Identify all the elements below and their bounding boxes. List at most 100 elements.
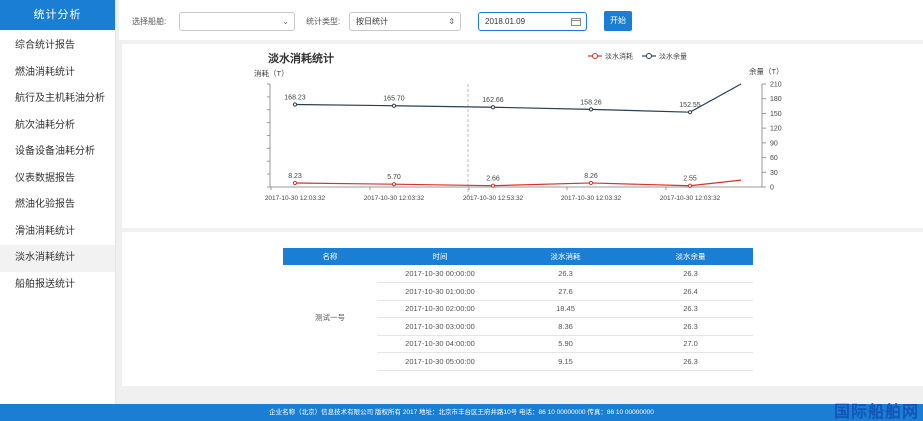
chart-plot-area: 0 30 60 90 120 150 180 210 2017-10-30 12:03:32 20… xyxy=(265,82,782,203)
ship-select[interactable]: ⌄ xyxy=(179,12,295,31)
right-axis-tick-label: 30 xyxy=(770,170,778,177)
right-axis-tick-label: 60 xyxy=(770,155,778,162)
data-point xyxy=(490,183,496,188)
right-axis-title: 余量（T） xyxy=(749,66,784,76)
data-point xyxy=(292,180,298,186)
legend-marker xyxy=(646,53,652,59)
table-panel: 名称 时间 淡水消耗 淡水余量 测试一号 2017-10-30 00:00:00… xyxy=(122,232,923,386)
remaining-cell: 26.3 xyxy=(628,265,753,283)
sidebar-item-lube-oil-stats[interactable]: 滑油消耗统计 xyxy=(0,219,115,246)
sidebar-title: 统计分析 xyxy=(0,0,115,30)
freshwater-table: 名称 时间 淡水消耗 淡水余量 测试一号 2017-10-30 00:00:00… xyxy=(283,248,753,371)
calendar-icon[interactable] xyxy=(571,17,581,26)
freshwater-chart: 淡水消耗统计 消耗（T） 余量（T） 淡水消耗 淡水余量 0 30 60 90 120 15… xyxy=(254,51,784,203)
x-tick-label: 2017-10-30 12:53:32 xyxy=(463,195,524,202)
data-point xyxy=(391,182,397,187)
data-label: 158.26 xyxy=(580,99,602,106)
data-label: 2.55 xyxy=(683,176,697,183)
data-label: 5.70 xyxy=(387,174,401,181)
time-cell: 2017-10-30 03:00:00 xyxy=(377,317,503,336)
sidebar-item-voyage-engine-analysis[interactable]: 航行及主机耗油分析 xyxy=(0,86,115,113)
col-remaining-header: 淡水余量 xyxy=(628,248,753,265)
sidebar-item-fuel-consumption[interactable]: 燃油消耗统计 xyxy=(0,60,115,87)
data-label: 8.23 xyxy=(288,173,302,180)
data-point xyxy=(687,183,693,188)
sidebar-item-fuel-test-report[interactable]: 燃油化验报告 xyxy=(0,192,115,219)
x-tick-label: 2017-10-30 12:03:32 xyxy=(561,195,622,202)
right-axis-tick-label: 150 xyxy=(770,111,782,118)
sidebar-item-equipment-fuel-analysis[interactable]: 设备设备油耗分析 xyxy=(0,139,115,166)
consumption-cell: 9.15 xyxy=(503,352,628,371)
right-axis-tick-label: 180 xyxy=(770,96,782,103)
data-label: 2.66 xyxy=(486,176,500,183)
series-line-consumption xyxy=(294,179,742,187)
legend-label: 淡水消耗 xyxy=(605,52,633,61)
data-point xyxy=(490,105,496,110)
data-label: 165.70 xyxy=(383,96,405,103)
data-point xyxy=(588,180,594,186)
col-name-header: 名称 xyxy=(283,248,377,265)
legend-label: 淡水余量 xyxy=(659,52,687,61)
right-axis-tick-label: 0 xyxy=(770,185,774,192)
stat-type-label: 统计类型: xyxy=(306,17,341,26)
remaining-cell: 26.4 xyxy=(628,282,753,301)
col-time-header: 时间 xyxy=(377,248,503,265)
data-point xyxy=(687,110,693,115)
time-cell: 2017-10-30 02:00:00 xyxy=(377,300,503,318)
table-row: 测试一号 2017-10-30 00:00:00 26.3 26.3 xyxy=(283,265,753,322)
sort-arrows-icon: ⇕ xyxy=(448,17,455,26)
data-point xyxy=(391,103,397,108)
remaining-cell: 26.3 xyxy=(628,300,753,318)
legend-marker xyxy=(592,53,598,59)
data-label: 8.26 xyxy=(584,173,598,180)
time-cell: 2017-10-30 00:00:00 xyxy=(377,265,503,283)
chart-title: 淡水消耗统计 xyxy=(268,51,334,65)
x-tick-label: 2017-10-30 12:03:32 xyxy=(364,195,425,202)
right-axis-tick-label: 210 xyxy=(770,82,782,89)
data-point xyxy=(292,102,298,107)
left-axis-title: 消耗（T） xyxy=(254,68,289,78)
consumption-cell: 18.45 xyxy=(503,300,628,318)
stat-type-value: 按日统计 xyxy=(356,17,388,26)
sidebar-item-ship-report-stats[interactable]: 船舶报送统计 xyxy=(0,272,115,299)
data-label: 152.55 xyxy=(679,102,701,109)
consumption-cell: 27.6 xyxy=(503,282,628,301)
consumption-cell: 8.36 xyxy=(503,317,628,336)
sidebar-menu: 综合统计报告 燃油消耗统计 航行及主机耗油分析 航次油耗分析 设备设备油耗分析 … xyxy=(0,30,115,298)
consumption-cell: 26.3 xyxy=(503,265,628,283)
sidebar: 统计分析 综合统计报告 燃油消耗统计 航行及主机耗油分析 航次油耗分析 设备设备… xyxy=(0,0,116,404)
start-button[interactable]: 开始 xyxy=(604,11,632,31)
ship-name-cell: 测试一号 xyxy=(315,313,345,322)
data-label: 168.23 xyxy=(284,94,306,101)
time-cell: 2017-10-30 01:00:00 xyxy=(377,282,503,301)
ship-select-label: 选择船舶: xyxy=(132,17,167,26)
table-header-row: 名称 时间 淡水消耗 淡水余量 xyxy=(283,248,753,265)
chart-panel: 淡水消耗统计 消耗（T） 余量（T） 淡水消耗 淡水余量 0 30 60 90 120 15… xyxy=(122,44,923,228)
stat-type-select[interactable]: 按日统计 ⇕ xyxy=(349,12,461,31)
date-input-value: 2018.01.09 xyxy=(485,17,526,26)
remaining-cell: 27.0 xyxy=(628,335,753,353)
site-watermark: 国际船舶网 xyxy=(833,404,919,421)
remaining-cell: 26.3 xyxy=(628,317,753,336)
data-point xyxy=(588,107,594,112)
chevron-down-icon: ⌄ xyxy=(282,17,289,26)
date-input[interactable]: 2018.01.09 xyxy=(478,12,587,31)
sidebar-item-overall-report[interactable]: 综合统计报告 xyxy=(0,33,115,60)
page-footer: 企业名称（北京）信息技术有限公司 版权所有 2017 地址：北京市丰台区王府井路… xyxy=(0,404,923,421)
data-label: 162.66 xyxy=(482,97,504,104)
filter-toolbar: 选择船舶: ⌄ 统计类型: 按日统计 ⇕ 2018.01.09 开始 xyxy=(119,0,923,40)
time-cell: 2017-10-30 04:00:00 xyxy=(377,335,503,353)
col-consumption-header: 淡水消耗 xyxy=(503,248,628,265)
x-tick-label: 2017-10-30 12:03:32 xyxy=(265,195,326,202)
series-line-remaining xyxy=(294,83,742,113)
time-cell: 2017-10-30 05:00:00 xyxy=(377,352,503,371)
x-tick-label: 2017-10-30 12:03:32 xyxy=(660,195,721,202)
consumption-cell: 5.90 xyxy=(503,335,628,353)
right-axis-tick-label: 120 xyxy=(770,126,782,133)
right-axis-tick-label: 90 xyxy=(770,140,778,147)
remaining-cell: 26.3 xyxy=(628,352,753,371)
sidebar-item-freshwater-stats[interactable]: 淡水消耗统计 xyxy=(0,245,115,272)
sidebar-item-voyage-fuel-analysis[interactable]: 航次油耗分析 xyxy=(0,113,115,140)
sidebar-item-instrument-report[interactable]: 仪表数据报告 xyxy=(0,166,115,193)
chart-legend: 淡水消耗 淡水余量 xyxy=(588,52,687,61)
